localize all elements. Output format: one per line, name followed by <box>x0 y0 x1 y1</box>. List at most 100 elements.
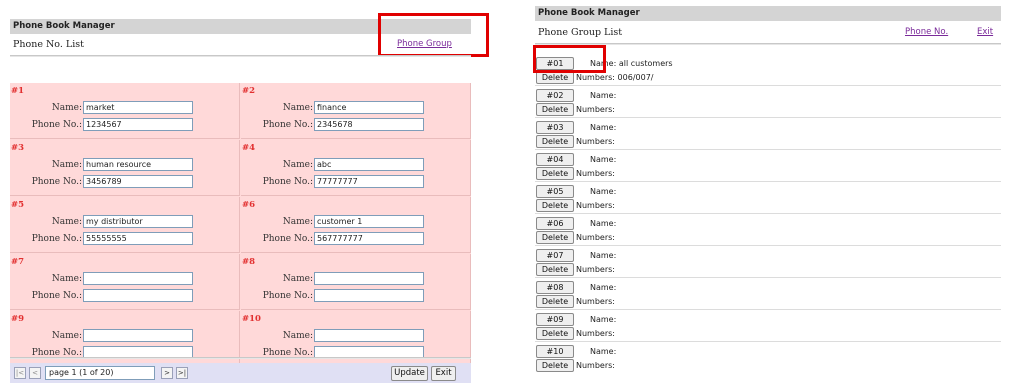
phone-label: Phone No.: <box>31 291 82 301</box>
page-select[interactable]: page 1 (1 of 20) <box>45 366 155 380</box>
phone-entry-2: #2 Name: Phone No.: <box>241 83 471 139</box>
delete-button[interactable]: Delete <box>536 231 574 244</box>
entry-number: #6 <box>242 200 256 210</box>
group-number-button[interactable]: #08 <box>536 281 574 294</box>
delete-button[interactable]: Delete <box>536 103 574 116</box>
numbers-label: Numbers: <box>576 137 615 146</box>
delete-button[interactable]: Delete <box>536 135 574 148</box>
phone-field[interactable] <box>83 289 193 302</box>
group-number-button[interactable]: #09 <box>536 313 574 326</box>
row-divider <box>535 149 1001 150</box>
phone-field[interactable] <box>314 232 424 245</box>
update-button[interactable]: Update <box>391 366 428 381</box>
phone-field[interactable] <box>83 118 193 131</box>
row-divider <box>535 245 1001 246</box>
numbers-label: Numbers: <box>576 329 615 338</box>
entry-number: #2 <box>242 86 256 96</box>
phone-field[interactable] <box>314 175 424 188</box>
prev-page-icon[interactable]: < <box>29 367 41 379</box>
phone-field[interactable] <box>314 289 424 302</box>
group-number-button[interactable]: #05 <box>536 185 574 198</box>
phone-entry-4: #4 Name: Phone No.: <box>241 140 471 196</box>
name-label: Name: <box>590 91 617 100</box>
name-field[interactable] <box>314 101 424 114</box>
group-numbers: Numbers: 006/007/ <box>576 73 653 82</box>
next-page-icon[interactable]: > <box>161 367 173 379</box>
name-label: Name: <box>282 274 313 284</box>
phone-entry-7: #7 Name: Phone No.: <box>10 254 240 310</box>
entry-number: #7 <box>11 257 25 267</box>
numbers-label: Numbers: <box>576 169 615 178</box>
row-divider <box>535 341 1001 342</box>
phone-label: Phone No.: <box>31 177 82 187</box>
exit-link[interactable]: Exit <box>977 27 993 37</box>
group-name-value: all customers <box>618 59 673 68</box>
phone-entry-6: #6 Name: Phone No.: <box>241 197 471 253</box>
numbers-label: Numbers: <box>576 233 615 242</box>
group-row-5: #05 Name: Delete Numbers: <box>535 185 1001 214</box>
phone-group-panel: Phone Book Manager Phone Group List Phon… <box>533 6 1001 385</box>
entry-number: #8 <box>242 257 256 267</box>
name-label: Name: <box>590 347 617 356</box>
name-field[interactable] <box>314 215 424 228</box>
phone-field[interactable] <box>314 118 424 131</box>
phone-field[interactable] <box>83 232 193 245</box>
row-divider <box>535 213 1001 214</box>
group-row-2: #02 Name: Delete Numbers: <box>535 89 1001 118</box>
name-label: Name: <box>282 331 313 341</box>
name-label: Name: <box>51 217 82 227</box>
row-divider <box>535 85 1001 86</box>
phone-entry-grid: #1 Name: Phone No.: #2 Name: Phone No.: … <box>10 83 471 367</box>
phone-label: Phone No.: <box>262 291 313 301</box>
page-title: Phone No. List <box>13 39 84 50</box>
group-number-button[interactable]: #07 <box>536 249 574 262</box>
name-label: Name: <box>590 155 617 164</box>
divider <box>10 55 471 57</box>
name-field[interactable] <box>83 215 193 228</box>
group-number-button[interactable]: #06 <box>536 217 574 230</box>
first-page-icon[interactable]: |< <box>14 367 26 379</box>
phone-no-link[interactable]: Phone No. <box>905 27 948 37</box>
phone-label: Phone No.: <box>262 120 313 130</box>
delete-button[interactable]: Delete <box>536 295 574 308</box>
group-number-button[interactable]: #02 <box>536 89 574 102</box>
delete-button[interactable]: Delete <box>536 199 574 212</box>
phone-entry-5: #5 Name: Phone No.: <box>10 197 240 253</box>
name-field[interactable] <box>314 272 424 285</box>
row-divider <box>535 181 1001 182</box>
name-label: Name: <box>590 187 617 196</box>
name-field[interactable] <box>314 329 424 342</box>
group-number-button[interactable]: #04 <box>536 153 574 166</box>
name-field[interactable] <box>314 158 424 171</box>
divider <box>10 357 471 359</box>
numbers-label: Numbers: <box>576 361 615 370</box>
row-divider <box>535 117 1001 118</box>
last-page-icon[interactable]: >| <box>176 367 188 379</box>
delete-button[interactable]: Delete <box>536 327 574 340</box>
app-title: Phone Book Manager <box>538 8 640 18</box>
group-row-8: #08 Name: Delete Numbers: <box>535 281 1001 310</box>
highlight-box-group-01 <box>533 45 606 73</box>
delete-button[interactable]: Delete <box>536 263 574 276</box>
numbers-label: Numbers: <box>576 265 615 274</box>
name-label: Name: <box>51 274 82 284</box>
phone-label: Phone No.: <box>31 120 82 130</box>
group-number-button[interactable]: #10 <box>536 345 574 358</box>
group-row-10: #10 Name: Delete Numbers: <box>535 345 1001 374</box>
app-title: Phone Book Manager <box>13 21 115 31</box>
exit-button[interactable]: Exit <box>431 366 456 381</box>
delete-button[interactable]: Delete <box>536 167 574 180</box>
name-label: Name: <box>282 217 313 227</box>
group-number-button[interactable]: #03 <box>536 121 574 134</box>
name-field[interactable] <box>83 158 193 171</box>
row-divider <box>535 309 1001 310</box>
name-field[interactable] <box>83 101 193 114</box>
name-field[interactable] <box>83 272 193 285</box>
numbers-label: Numbers: <box>576 201 615 210</box>
phone-field[interactable] <box>83 175 193 188</box>
name-label: Name: <box>51 160 82 170</box>
name-label: Name: <box>51 103 82 113</box>
phone-label: Phone No.: <box>31 234 82 244</box>
delete-button[interactable]: Delete <box>536 359 574 372</box>
name-field[interactable] <box>83 329 193 342</box>
